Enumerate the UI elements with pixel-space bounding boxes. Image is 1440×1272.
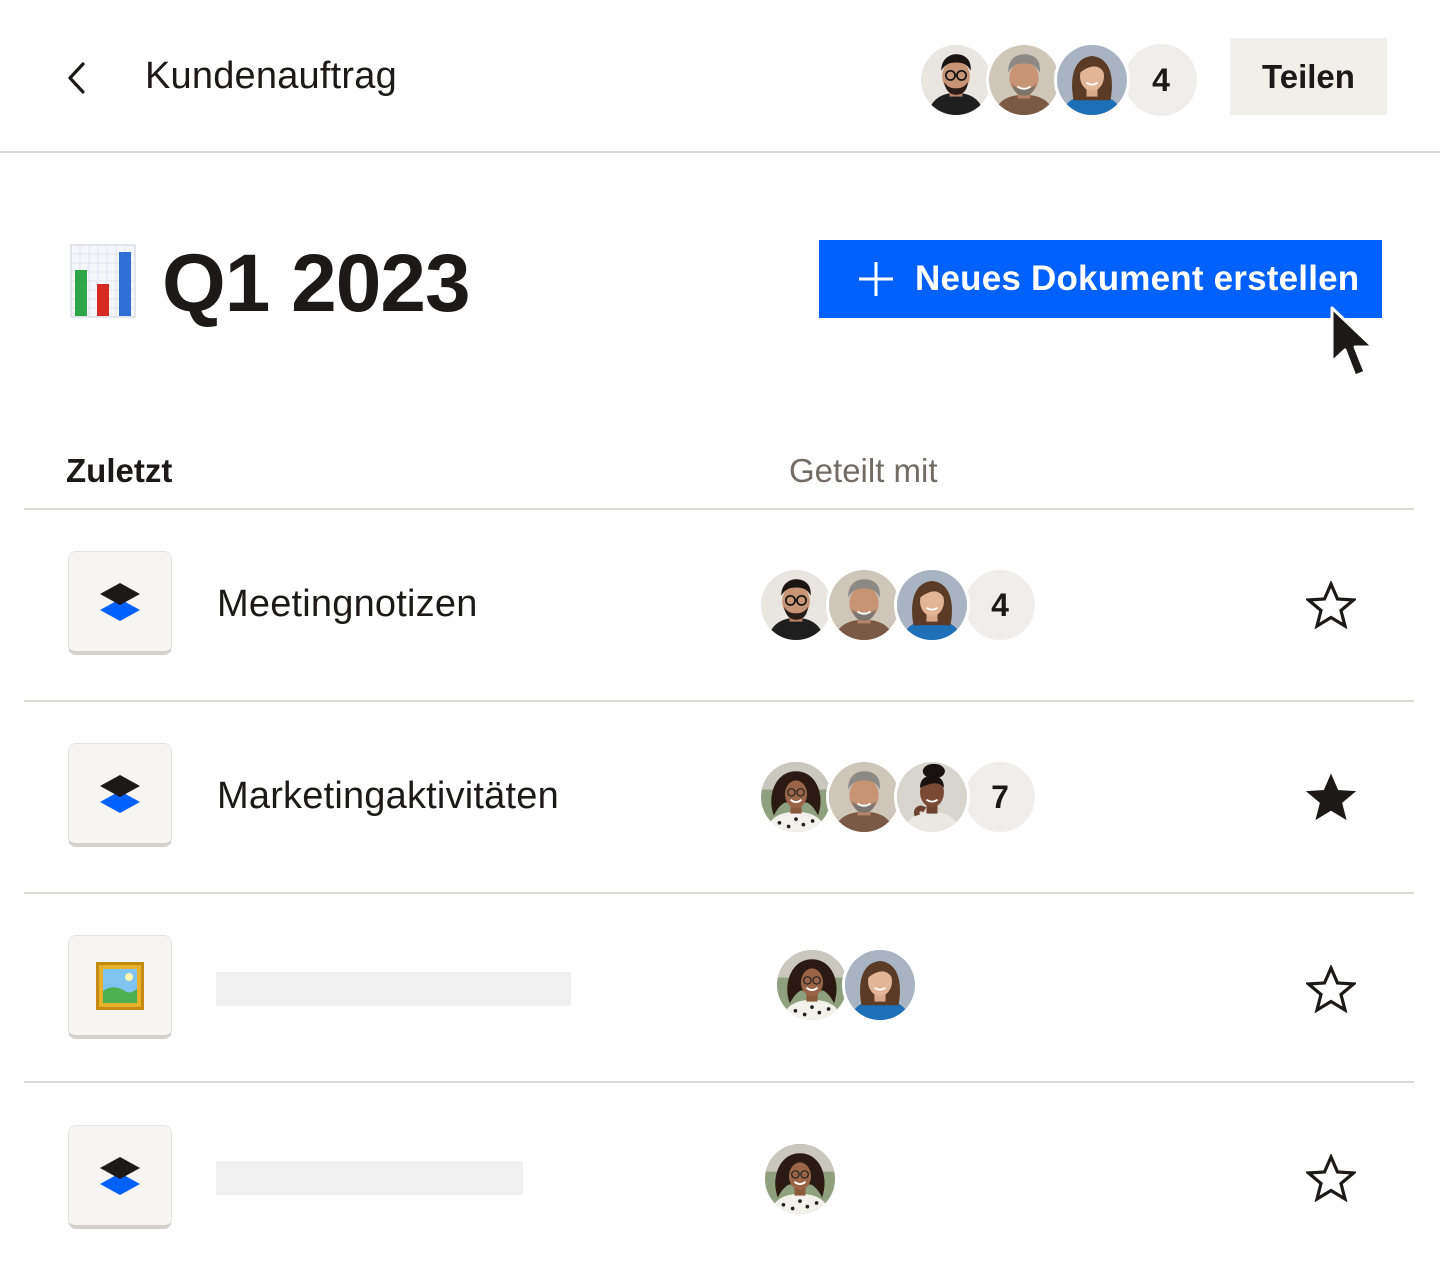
shared-count-badge: 7 — [962, 759, 1038, 835]
avatar-man-gray — [826, 567, 902, 643]
avatar-man-glasses — [918, 42, 994, 118]
shared-with-avatars[interactable]: 4 — [758, 567, 1038, 643]
file-name-placeholder — [216, 972, 571, 1006]
table-row[interactable] — [24, 1083, 1414, 1272]
shared-count-badge: 4 — [962, 567, 1038, 643]
avatar-man-gray — [986, 42, 1062, 118]
avatar-man-gray — [826, 759, 902, 835]
star-outline-icon — [1306, 965, 1356, 1013]
file-name[interactable]: Meetingnotizen — [217, 580, 478, 628]
shared-with-avatars[interactable] — [774, 947, 918, 1023]
star-outline-icon — [1306, 1154, 1356, 1202]
star-outline-icon — [1306, 581, 1356, 629]
file-thumbnail — [68, 743, 172, 847]
page-title: Kundenauftrag — [145, 55, 397, 97]
paper-doc-icon — [100, 1156, 140, 1195]
avatar-woman-updo — [894, 759, 970, 835]
star-toggle[interactable] — [1304, 578, 1358, 632]
plus-icon — [859, 262, 893, 296]
star-filled-icon — [1306, 773, 1356, 821]
table-row[interactable]: Meetingnotizen 4 — [24, 510, 1414, 700]
collaborator-avatars[interactable]: 4 — [918, 41, 1200, 119]
table-row[interactable] — [24, 894, 1414, 1084]
avatar-woman-curly — [774, 947, 850, 1023]
folder-title: Q1 2023 — [162, 238, 471, 329]
framed-picture-icon — [96, 961, 144, 1010]
avatar-man-glasses — [758, 567, 834, 643]
new-document-label: Neues Dokument erstellen — [915, 259, 1360, 298]
paper-doc-icon — [100, 774, 140, 813]
top-bar: Kundenauftrag 4 Teilen — [0, 0, 1440, 153]
star-toggle[interactable] — [1304, 1151, 1358, 1205]
avatar-woman-brunette — [894, 567, 970, 643]
star-toggle[interactable] — [1304, 962, 1358, 1016]
star-toggle[interactable] — [1304, 770, 1358, 824]
file-name-placeholder — [216, 1161, 523, 1195]
file-name[interactable]: Marketingaktivitäten — [217, 772, 559, 820]
collaborator-count-badge: 4 — [1122, 41, 1200, 119]
avatar-woman-curly — [762, 1141, 838, 1217]
avatar-woman-brunette — [842, 947, 918, 1023]
file-thumbnail — [68, 551, 172, 655]
share-button[interactable]: Teilen — [1230, 38, 1387, 115]
avatar-woman-brunette — [1054, 42, 1130, 118]
table-row[interactable]: Marketingaktivitäten 7 — [24, 702, 1414, 892]
back-button[interactable] — [58, 56, 94, 100]
avatar-woman-curly — [758, 759, 834, 835]
column-header-recent[interactable]: Zuletzt — [66, 452, 172, 490]
new-document-button[interactable]: Neues Dokument erstellen — [819, 240, 1382, 318]
file-thumbnail — [68, 935, 172, 1039]
shared-with-avatars[interactable]: 7 — [758, 759, 1038, 835]
chevron-left-icon — [68, 62, 85, 94]
paper-doc-icon — [100, 582, 140, 621]
shared-with-avatars[interactable] — [762, 1141, 838, 1217]
column-header-shared[interactable]: Geteilt mit — [789, 452, 938, 490]
file-thumbnail — [68, 1125, 172, 1229]
bar-chart-emoji-icon — [70, 244, 136, 318]
